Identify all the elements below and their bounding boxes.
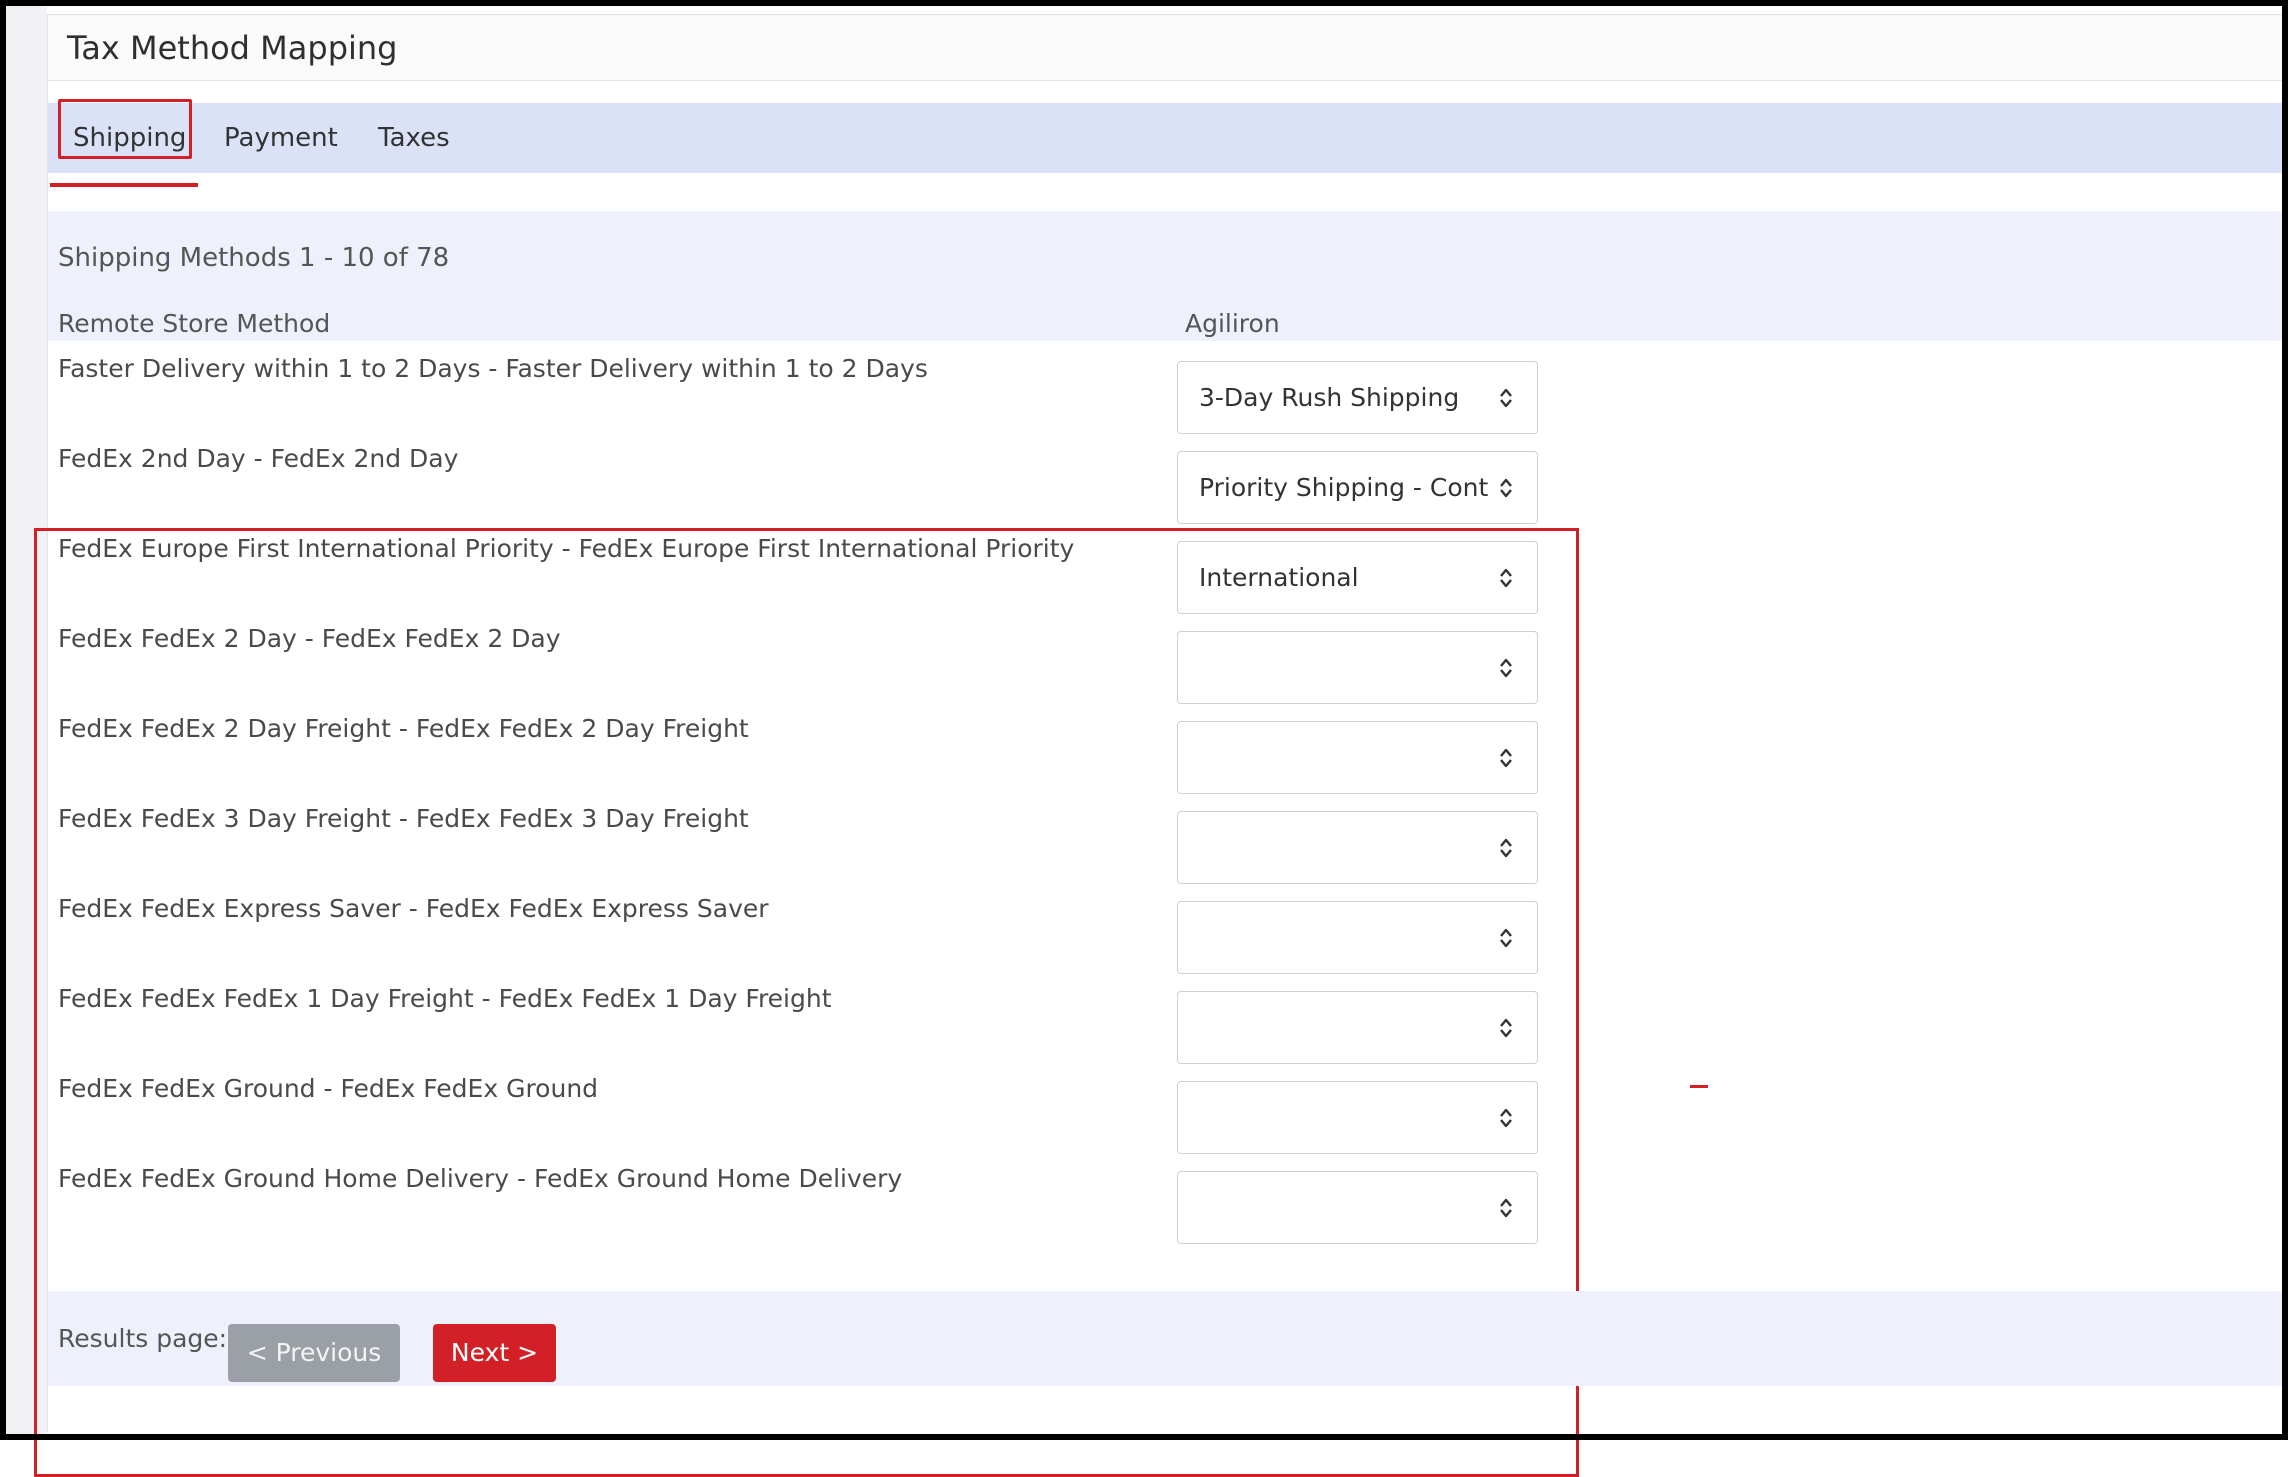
active-tab-highlight-box [58,99,192,159]
red-annotation-mark [1690,1085,1708,1088]
active-tab-underline [50,183,198,187]
pagination-bar: Results page: < Previous Next > [48,1291,2288,1386]
tab-taxes[interactable]: Taxes [378,103,450,173]
results-page-label: Results page: [58,1324,228,1353]
remote-store-method-label: Faster Delivery within 1 to 2 Days - Fas… [58,354,928,383]
tax-method-mapping-panel: Tax Method Mapping Shipping Payment Taxe… [34,14,2288,1477]
shipping-methods-list: Shipping Methods 1 - 10 of 78 Remote Sto… [34,211,2288,1477]
agiliron-method-select[interactable]: Priority Shipping - Conti [1177,451,1538,524]
table-row: Faster Delivery within 1 to 2 Days - Fas… [48,348,1548,438]
remote-store-method-label: FedEx 2nd Day - FedEx 2nd Day [58,444,459,473]
up-down-chevron-icon [1500,388,1512,408]
column-header-agiliron: Agiliron [1185,309,1280,338]
panel-header: Tax Method Mapping [48,15,2288,81]
up-down-chevron-icon [1500,478,1512,498]
column-header-remote-store-method: Remote Store Method [58,309,331,338]
page-title: Tax Method Mapping [67,29,398,67]
tab-payment[interactable]: Payment [224,103,338,173]
agiliron-method-select[interactable]: 3-Day Rush Shipping [1177,361,1538,434]
tab-bar: Shipping Payment Taxes [48,103,2288,173]
next-page-button[interactable]: Next > [433,1324,556,1382]
select-value: Priority Shipping - Conti [1199,473,1489,502]
list-header: Shipping Methods 1 - 10 of 78 Remote Sto… [48,211,2288,341]
select-value: 3-Day Rush Shipping [1199,383,1460,412]
table-row: FedEx 2nd Day - FedEx 2nd Day Priority Sh… [48,438,1548,528]
results-count: Shipping Methods 1 - 10 of 78 [58,243,450,273]
previous-page-button[interactable]: < Previous [228,1324,400,1382]
